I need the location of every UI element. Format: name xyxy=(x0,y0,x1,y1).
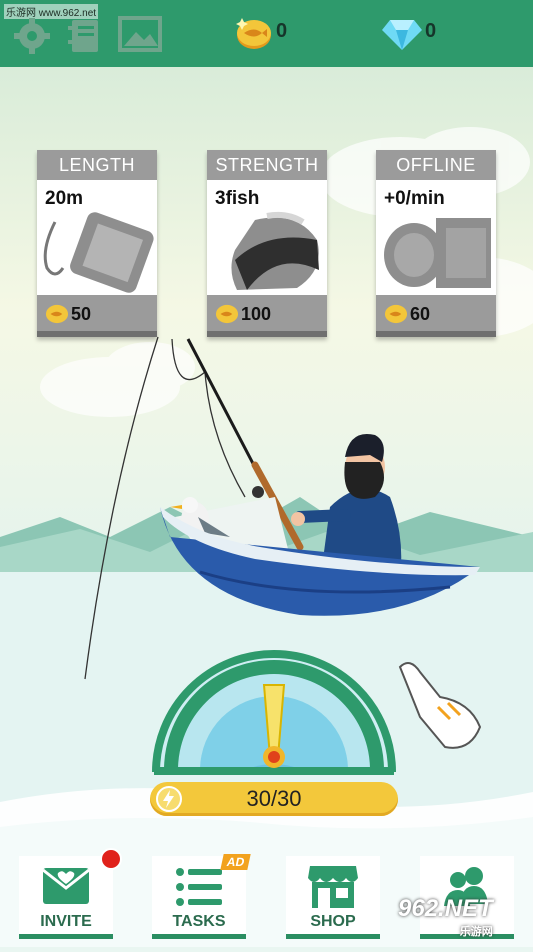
diamond-icon xyxy=(382,20,422,50)
notification-dot xyxy=(100,848,122,870)
site-logo: 962.NET 乐游网 xyxy=(398,895,493,938)
upgrade-price: 100 xyxy=(241,304,272,324)
energy-text: 30/30 xyxy=(246,786,302,811)
upgrade-value: 3fish xyxy=(215,188,260,209)
book-icon[interactable] xyxy=(66,16,102,56)
fish-net-icon xyxy=(231,211,319,290)
tasks-label: TASKS xyxy=(172,913,226,930)
fishing-line-spool-icon xyxy=(43,212,154,293)
invite-label: INVITE xyxy=(40,913,92,930)
ad-badge: AD xyxy=(220,854,252,870)
coin-icon xyxy=(384,304,408,324)
shop-button[interactable]: SHOP xyxy=(286,856,380,939)
coin-icon xyxy=(45,304,69,324)
upgrade-card-length[interactable]: LENGTH 20m 50 xyxy=(37,150,157,337)
upgrade-price: 50 xyxy=(71,304,92,324)
upgrade-card-offline[interactable]: OFFLINE +0/min 60 xyxy=(376,150,496,337)
energy-bar: 30/30 xyxy=(150,782,398,816)
task-list-icon xyxy=(176,868,222,906)
shop-label: SHOP xyxy=(310,913,356,930)
invite-button[interactable]: INVITE xyxy=(19,856,113,939)
gallery-icon[interactable] xyxy=(118,16,162,52)
upgrade-title: STRENGTH xyxy=(207,150,327,180)
upgrade-value: +0/min xyxy=(384,188,445,209)
coin-icon xyxy=(236,18,271,49)
top-bar: 乐游网 www.962.net 0 0 xyxy=(0,0,533,67)
upgrade-price: 60 xyxy=(410,304,431,324)
invite-mail-icon xyxy=(42,868,90,904)
coin-count: 0 xyxy=(276,20,288,42)
gem-count: 0 xyxy=(425,20,437,42)
gear-icon[interactable] xyxy=(12,16,52,56)
upgrade-title: OFFLINE xyxy=(376,150,496,180)
upgrade-card-strength[interactable]: STRENGTH 3fish 100 xyxy=(207,150,327,337)
upgrade-title: LENGTH xyxy=(37,150,157,180)
shop-store-icon xyxy=(308,866,358,908)
upgrade-value: 20m xyxy=(45,188,84,209)
reel-icon xyxy=(252,486,264,498)
coin-icon xyxy=(215,304,239,324)
offline-coins-icon xyxy=(384,218,491,288)
